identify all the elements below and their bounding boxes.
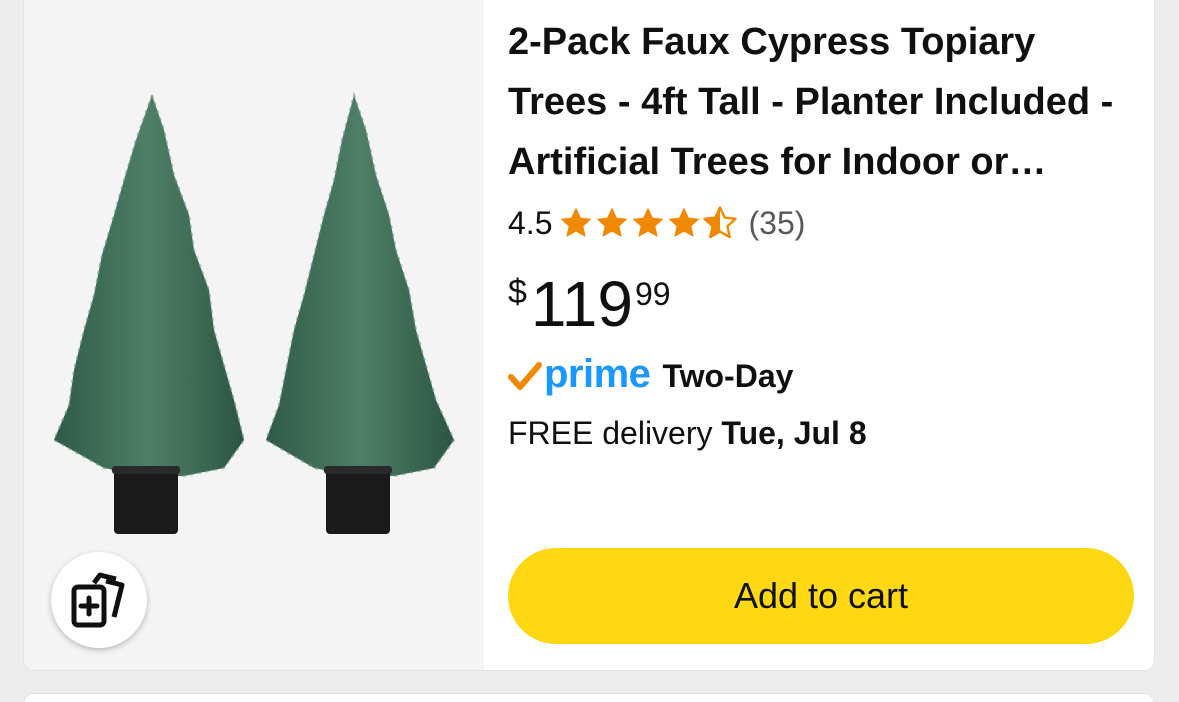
half-star-icon xyxy=(703,206,738,239)
price-symbol: $ xyxy=(508,273,527,311)
delivery-date: Tue, Jul 8 xyxy=(721,415,867,451)
rating-value: 4.5 xyxy=(508,204,553,241)
review-count[interactable]: (35) xyxy=(748,205,805,242)
prime-label: prime xyxy=(544,351,651,396)
product-title[interactable]: 2-Pack Faux Cypress Topiary Trees - 4ft … xyxy=(508,12,1138,192)
prime-logo: prime xyxy=(508,352,651,397)
right-tree xyxy=(264,91,456,534)
product-card[interactable]: 2-Pack Faux Cypress Topiary Trees - 4ft … xyxy=(24,0,1154,670)
prime-speed: Two-Day xyxy=(662,357,794,394)
compare-icon xyxy=(71,572,125,628)
search-results-page: 2-Pack Faux Cypress Topiary Trees - 4ft … xyxy=(0,0,1179,702)
price-fraction: 99 xyxy=(634,276,671,312)
left-tree xyxy=(52,91,246,534)
star-icon xyxy=(596,207,629,238)
star-icon xyxy=(560,207,593,238)
star-icon xyxy=(632,207,665,238)
product-image-pane[interactable] xyxy=(24,0,484,670)
price-whole: 119 xyxy=(530,268,633,340)
add-to-cart-button[interactable]: Add to cart xyxy=(508,548,1134,644)
rating-row[interactable]: 4.5 (35) xyxy=(508,202,805,244)
delivery-prefix: FREE delivery xyxy=(508,415,722,451)
next-product-card[interactable] xyxy=(24,694,1154,702)
star-icon xyxy=(668,207,701,238)
prime-badge: prime Two-Day xyxy=(508,350,793,402)
star-rating xyxy=(558,206,738,240)
compare-button[interactable] xyxy=(51,552,147,648)
delivery-info: FREE delivery Tue, Jul 8 xyxy=(508,415,867,452)
prime-check-icon xyxy=(508,362,542,390)
price: $ 119 99 xyxy=(508,264,671,344)
